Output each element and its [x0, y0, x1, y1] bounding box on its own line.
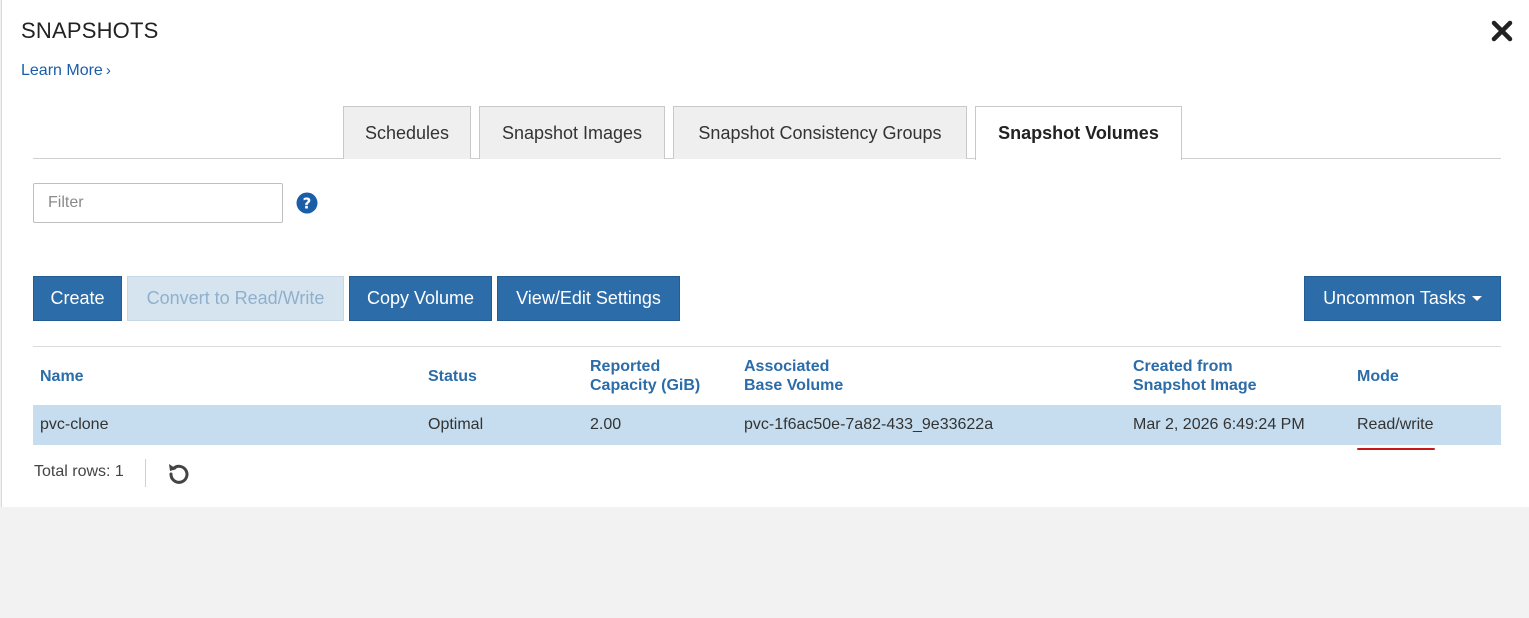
- close-icon[interactable]: [1490, 18, 1514, 44]
- cell-status: Optimal: [428, 416, 484, 433]
- tab-snapshot-images[interactable]: Snapshot Images: [479, 106, 665, 159]
- tab-snapshot-consistency-groups[interactable]: Snapshot Consistency Groups: [673, 106, 967, 159]
- column-header-line: Base Volume: [744, 377, 844, 394]
- view-edit-settings-button[interactable]: View/Edit Settings: [497, 276, 680, 321]
- table-top-divider: [33, 346, 1501, 347]
- tab-schedules[interactable]: Schedules: [343, 106, 471, 159]
- uncommon-tasks-label: Uncommon Tasks: [1323, 288, 1466, 308]
- column-header-line: Associated: [744, 358, 830, 375]
- column-header-mode[interactable]: Mode: [1357, 367, 1399, 386]
- tab-snapshot-volumes[interactable]: Snapshot Volumes: [975, 106, 1182, 160]
- create-button[interactable]: Create: [33, 276, 122, 321]
- column-header-line: Capacity (GiB): [590, 377, 701, 394]
- column-header-line: Snapshot Image: [1133, 377, 1257, 394]
- convert-to-read-write-button[interactable]: Convert to Read/Write: [127, 276, 344, 321]
- column-header-line: Created from: [1133, 358, 1233, 375]
- dialog-title: SNAPSHOTS: [21, 18, 159, 43]
- learn-more-label: Learn More: [21, 62, 103, 79]
- cell-capacity: 2.00: [590, 416, 622, 433]
- footer-divider: [145, 459, 146, 487]
- cell-base-volume: pvc-1f6ac50e-7a82-433_9e33622a: [744, 416, 994, 433]
- cell-mode: Read/write: [1357, 416, 1434, 433]
- snapshots-dialog: SNAPSHOTS Learn More › Schedules Snapshot…: [1, 0, 1529, 507]
- uncommon-tasks-dropdown[interactable]: Uncommon Tasks: [1304, 276, 1501, 321]
- table-row[interactable]: pvc-clone Optimal 2.00 pvc-1f6ac50e-7a82…: [33, 405, 1501, 445]
- chevron-right-icon: ›: [105, 62, 111, 79]
- total-rows: Total rows: 1: [34, 463, 124, 480]
- cell-name: pvc-clone: [40, 416, 109, 433]
- column-header-name[interactable]: Name: [40, 367, 84, 386]
- column-header-associated-base-volume[interactable]: Associated Base Volume: [744, 357, 843, 395]
- help-icon[interactable]: ?: [296, 192, 318, 214]
- column-header-status[interactable]: Status: [428, 367, 477, 386]
- filter-input[interactable]: [33, 183, 283, 223]
- refresh-icon[interactable]: [166, 460, 192, 486]
- caret-down-icon: [1471, 296, 1482, 301]
- column-header-line: Reported: [590, 358, 661, 375]
- cell-created: Mar 2, 2026 6:49:24 PM: [1133, 416, 1305, 433]
- column-header-created-from-snapshot-image[interactable]: Created from Snapshot Image: [1133, 357, 1257, 395]
- annotation-underline: [1357, 448, 1435, 450]
- copy-volume-button[interactable]: Copy Volume: [349, 276, 492, 321]
- learn-more-link[interactable]: Learn More ›: [21, 62, 111, 80]
- column-header-reported-capacity[interactable]: Reported Capacity (GiB): [590, 357, 700, 395]
- svg-text:?: ?: [303, 195, 312, 213]
